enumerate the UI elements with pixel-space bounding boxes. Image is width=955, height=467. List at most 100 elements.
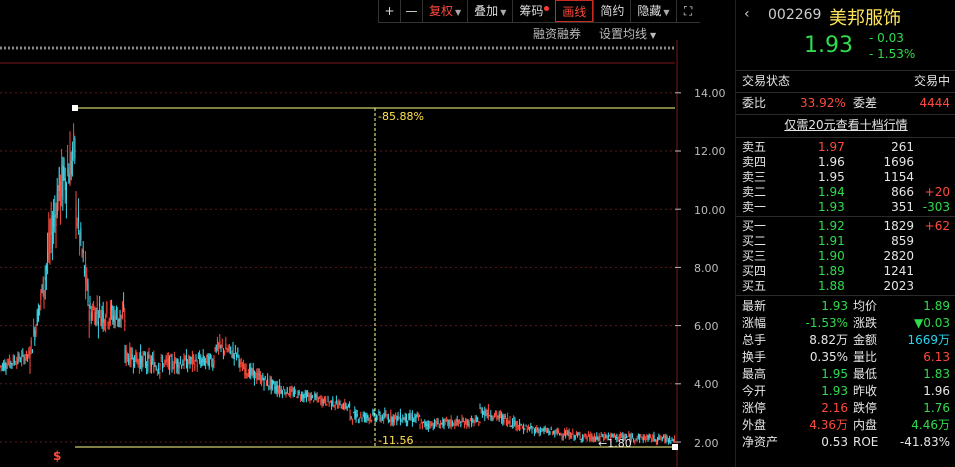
candle-body: [431, 422, 433, 424]
stat-row: 总手 8.82万 金额 1669万: [736, 333, 955, 347]
candle-body: [419, 415, 421, 417]
candle-body: [40, 293, 42, 300]
candle-body: [11, 363, 13, 365]
fullscreen-icon[interactable]: ⛶: [675, 0, 700, 22]
candle-body: [118, 318, 120, 322]
candle-body: [525, 425, 527, 427]
candle-body: [584, 434, 586, 437]
candle-body: [200, 360, 202, 366]
candle-body: [556, 430, 558, 433]
candle-body: [479, 421, 481, 424]
candle-body: [666, 437, 668, 439]
candle-body: [391, 417, 393, 423]
candle-body: [180, 361, 181, 363]
bid-price: 1.89: [818, 264, 845, 278]
candle-body: [67, 168, 69, 174]
candle-body: [370, 416, 371, 419]
candle-body: [17, 354, 19, 362]
ask-label: 卖一: [742, 200, 767, 214]
ma-settings-dropdown[interactable]: 设置均线 ▼: [599, 25, 656, 42]
candle-body: [595, 439, 597, 441]
candle-body: [64, 177, 66, 191]
candle-body: [535, 429, 537, 433]
ask-volume: 1154: [883, 170, 914, 184]
fuquan-dropdown[interactable]: 复权 ▼: [422, 0, 467, 22]
candle-body: [586, 437, 588, 439]
stat-label: 金额: [853, 333, 878, 347]
candle-body: [128, 357, 130, 364]
hide-dropdown[interactable]: 隐藏 ▼: [630, 0, 675, 22]
candle-body: [402, 416, 404, 421]
candle-body: [279, 389, 281, 391]
candle-body: [139, 358, 140, 368]
zoom-in-button[interactable]: +: [378, 0, 400, 22]
stat-label: 今开: [742, 384, 767, 398]
candle-body: [468, 423, 470, 426]
overlay-dropdown[interactable]: 叠加 ▼: [467, 0, 512, 22]
bid-row: 买三 1.90 2820: [736, 249, 955, 263]
candle-body: [536, 427, 538, 431]
candle-body: [379, 414, 381, 420]
candle-body: [159, 372, 161, 374]
candle-body: [270, 379, 272, 390]
bid-price: 1.88: [818, 279, 845, 293]
zoom-out-button[interactable]: —: [400, 0, 422, 22]
simple-mode-button[interactable]: 简约: [593, 0, 630, 22]
candle-body: [663, 435, 665, 437]
bid-label: 买五: [742, 279, 767, 293]
draw-line-button[interactable]: 画线: [555, 0, 594, 22]
candle-body: [177, 360, 179, 370]
kline-chart[interactable]: 14.00 12.00 10.00 8.00 6.00 4.00 2.00 -8…: [0, 0, 735, 467]
back-icon[interactable]: ‹: [744, 6, 750, 22]
candle-body: [638, 434, 639, 436]
chip-button[interactable]: 筹码: [512, 0, 555, 22]
stat-label: 涨幅: [742, 316, 767, 330]
promo-link[interactable]: 仅需20元查看十档行情: [784, 118, 907, 132]
candle-body: [409, 413, 411, 419]
candle-body: [226, 349, 228, 352]
candle-body: [456, 419, 458, 422]
candle-body: [69, 153, 71, 186]
candle-body: [227, 348, 229, 351]
stat-label: 最高: [742, 367, 767, 381]
candle-body: [458, 420, 459, 423]
candle-body: [236, 354, 238, 358]
stat-label: 量比: [853, 350, 878, 364]
kline-canvas[interactable]: [0, 0, 735, 467]
candle-body: [10, 361, 12, 365]
candle-body: [660, 438, 662, 440]
event-marker[interactable]: $: [53, 449, 61, 463]
candle-body: [460, 424, 462, 427]
candle-body: [436, 421, 438, 425]
candle-body: [561, 436, 563, 438]
candle-body: [107, 323, 109, 325]
candle-body: [36, 310, 38, 326]
candle-body: [639, 434, 641, 441]
candle-body: [483, 412, 485, 414]
candle-body: [262, 375, 264, 381]
candle-body: [570, 432, 571, 439]
candle-body: [184, 356, 186, 360]
candle-body: [579, 435, 581, 439]
candle-body: [324, 397, 325, 403]
candle-body: [650, 434, 651, 436]
axis-label-10: 10.00: [694, 204, 726, 217]
candle-body: [174, 357, 175, 369]
candle-body: [355, 411, 357, 422]
candle-body: [332, 398, 334, 406]
candle-body: [430, 423, 432, 429]
candle-body: [330, 400, 331, 402]
stat-value: 0.35%: [809, 350, 848, 364]
candle-body: [644, 435, 645, 439]
handle-icon: [672, 444, 678, 450]
candle-body: [459, 420, 461, 423]
margin-trading-button[interactable]: 融资融券: [533, 25, 581, 42]
candle-body: [122, 311, 123, 319]
candle-body: [568, 431, 570, 439]
candle-body: [495, 411, 497, 416]
candle-body: [647, 435, 649, 442]
candle-body: [356, 414, 358, 417]
candle-body: [322, 399, 324, 404]
candle-body: [437, 420, 439, 424]
candle-body: [231, 355, 233, 358]
